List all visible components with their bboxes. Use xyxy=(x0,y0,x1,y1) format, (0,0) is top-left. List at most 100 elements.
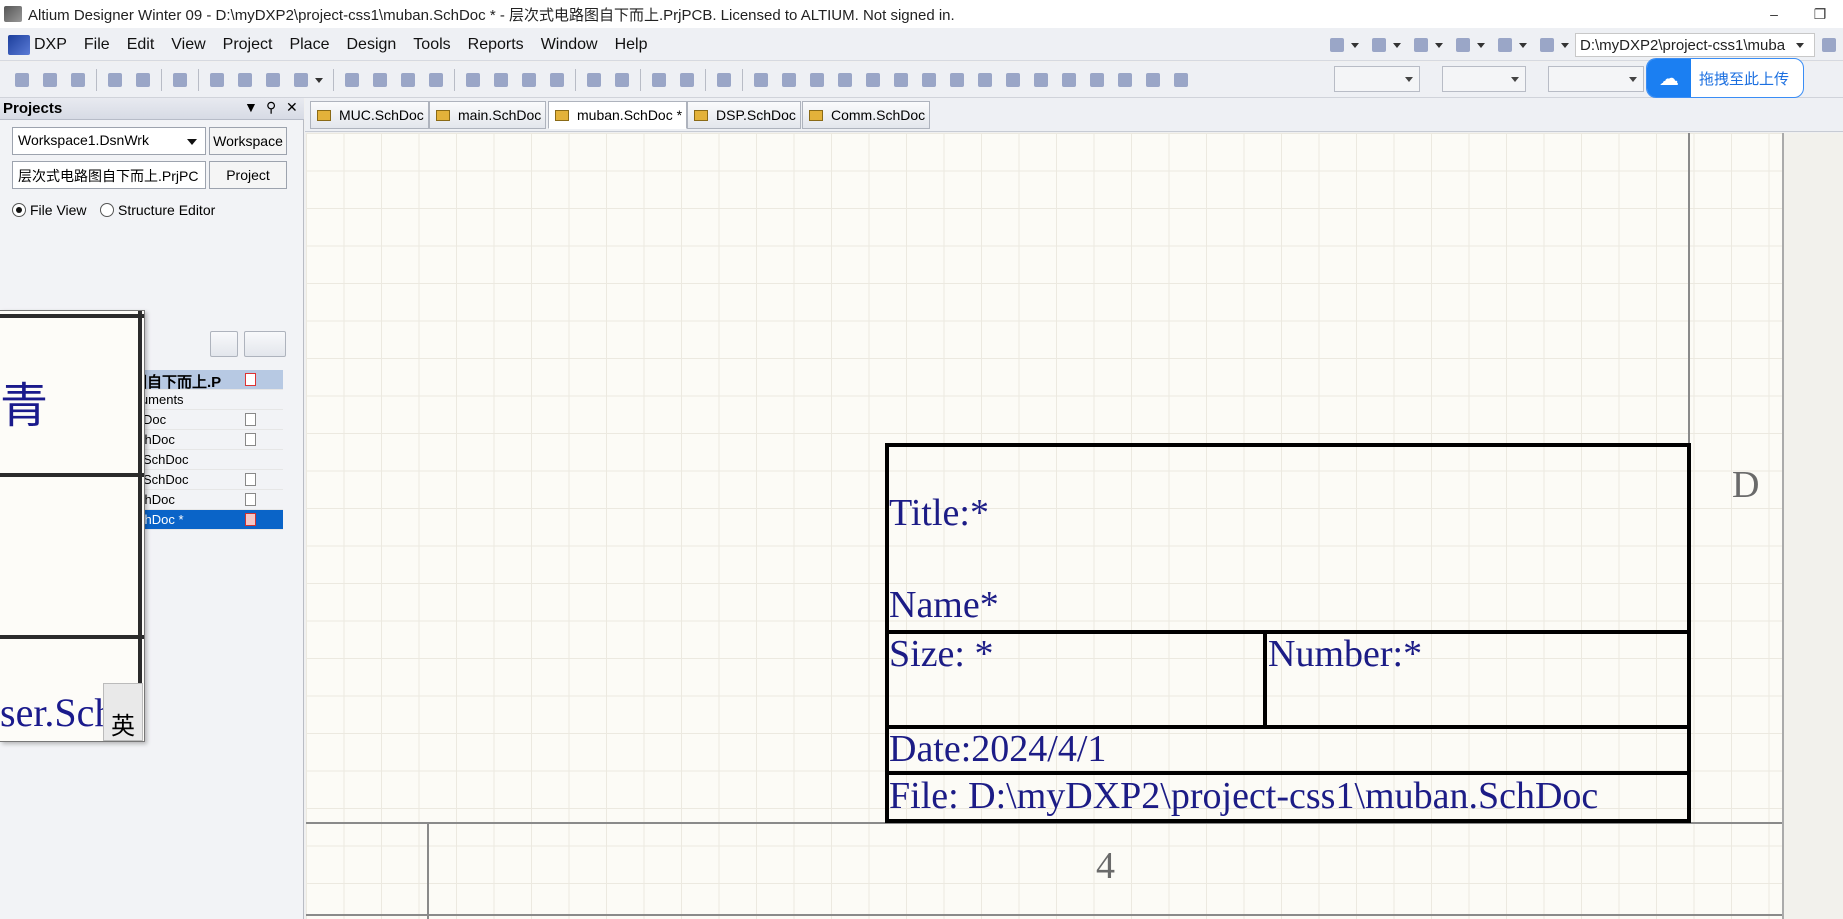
place-sheet-symbol-icon[interactable] xyxy=(973,68,997,92)
print-icon[interactable] xyxy=(103,68,127,92)
net-label-icon[interactable] xyxy=(861,68,885,92)
divider xyxy=(0,635,144,639)
place-net-label-icon[interactable] xyxy=(833,68,857,92)
place-device-sheet-icon[interactable] xyxy=(1029,68,1053,92)
print-preview-icon[interactable] xyxy=(131,68,155,92)
zoom-area-icon[interactable] xyxy=(233,68,257,92)
zoom-fit-icon[interactable] xyxy=(205,68,229,92)
file-view-label: File View xyxy=(30,202,87,218)
hierarchy-up-down-icon[interactable] xyxy=(647,68,671,92)
chevron-down-icon[interactable] xyxy=(1519,42,1527,48)
tab-muc-schdoc[interactable]: MUC.SchDoc xyxy=(310,101,429,129)
schematic-doc-icon xyxy=(809,109,823,121)
vcc-port-icon[interactable] xyxy=(917,68,941,92)
projects-panel-title: Projects xyxy=(3,100,63,117)
wiring-tools-icon[interactable] xyxy=(1325,33,1349,57)
navigate-forward-icon[interactable] xyxy=(1817,33,1841,57)
browse-library-icon[interactable] xyxy=(712,68,736,92)
project-field[interactable]: 层次式电路图自下而上.PrjPC xyxy=(12,161,206,189)
upload-button[interactable]: ☁ 拖拽至此上传 xyxy=(1646,58,1804,98)
ime-language-indicator[interactable]: 英 xyxy=(103,683,143,741)
toolbar-combo-3[interactable] xyxy=(1548,66,1644,92)
menu-tools[interactable]: Tools xyxy=(413,36,450,54)
minimize-button[interactable]: – xyxy=(1751,0,1797,28)
new-file-icon[interactable] xyxy=(10,68,34,92)
menu-edit[interactable]: Edit xyxy=(127,36,155,54)
menu-design[interactable]: Design xyxy=(346,36,396,54)
menu-help[interactable]: Help xyxy=(615,36,648,54)
document-path-combo[interactable]: D:\myDXP2\project-css1\muba xyxy=(1575,33,1815,57)
harness-connector-icon[interactable] xyxy=(1085,68,1109,92)
panel-menu-chevron-icon[interactable]: ▼ xyxy=(244,99,258,115)
project-button[interactable]: Project xyxy=(209,161,287,189)
save-icon[interactable] xyxy=(66,68,90,92)
place-bus-entry-icon[interactable] xyxy=(805,68,829,92)
open-device-view-icon[interactable] xyxy=(168,68,192,92)
move-icon[interactable] xyxy=(489,68,513,92)
power-port-icon[interactable] xyxy=(1409,33,1433,57)
chevron-down-icon[interactable] xyxy=(315,77,323,83)
menu-file[interactable]: File xyxy=(84,36,110,54)
select-area-icon[interactable] xyxy=(461,68,485,92)
canvas-margin xyxy=(1782,133,1843,919)
menu-dxp[interactable]: DXP xyxy=(34,36,67,54)
menu-project[interactable]: Project xyxy=(223,36,273,54)
chevron-down-icon[interactable] xyxy=(1477,42,1485,48)
zone-column-label: 4 xyxy=(1096,845,1115,887)
tab-main-schdoc[interactable]: main.SchDoc xyxy=(429,101,547,129)
gnd-port-icon[interactable] xyxy=(889,68,913,92)
clear-filter-icon[interactable] xyxy=(545,68,569,92)
redo-icon[interactable] xyxy=(610,68,634,92)
paste-icon[interactable] xyxy=(396,68,420,92)
component-icon[interactable] xyxy=(1451,33,1475,57)
undo-icon[interactable] xyxy=(582,68,606,92)
menu-window[interactable]: Window xyxy=(541,36,598,54)
place-part-icon[interactable] xyxy=(945,68,969,92)
grid-icon[interactable] xyxy=(1535,33,1559,57)
divider xyxy=(885,819,1691,823)
menu-view[interactable]: View xyxy=(171,36,205,54)
cross-probe-icon[interactable] xyxy=(675,68,699,92)
toolbar-combo-1[interactable] xyxy=(1334,66,1420,92)
projects-panel-header: Projects ▼ ⚲ ✕ xyxy=(0,98,304,120)
deselect-icon[interactable] xyxy=(517,68,541,92)
place-bus-icon[interactable] xyxy=(777,68,801,92)
zoom-filter-icon[interactable] xyxy=(289,68,313,92)
zoom-selected-icon[interactable] xyxy=(261,68,285,92)
menu-place[interactable]: Place xyxy=(289,36,329,54)
place-sheet-entry-icon[interactable] xyxy=(1001,68,1025,92)
menu-reports[interactable]: Reports xyxy=(468,36,524,54)
project-options-button[interactable] xyxy=(210,331,238,357)
chevron-down-icon[interactable] xyxy=(1435,42,1443,48)
close-icon[interactable] xyxy=(1169,68,1193,92)
open-file-icon[interactable] xyxy=(38,68,62,92)
harness-entry-icon[interactable] xyxy=(1113,68,1137,92)
tab-dsp-schdoc[interactable]: DSP.SchDoc xyxy=(687,101,801,129)
chevron-down-icon[interactable] xyxy=(1393,42,1401,48)
align-tools-icon[interactable] xyxy=(1367,33,1391,57)
workspace-select[interactable]: Workspace1.DsnWrk xyxy=(12,127,206,155)
rubber-stamp-icon[interactable] xyxy=(424,68,448,92)
chevron-down-icon[interactable] xyxy=(1561,42,1569,48)
cut-icon[interactable] xyxy=(340,68,364,92)
structure-editor-radio[interactable]: Structure Editor xyxy=(100,202,215,218)
title-field: Title:* xyxy=(889,492,989,534)
dxp-logo-icon[interactable] xyxy=(8,35,30,55)
toolbar-combo-2[interactable] xyxy=(1442,66,1526,92)
workspace-button[interactable]: Workspace xyxy=(209,127,287,155)
pin-icon[interactable]: ⚲ xyxy=(266,99,276,116)
file-view-radio[interactable]: File View xyxy=(12,202,87,218)
tab-muban-schdoc[interactable]: muban.SchDoc * xyxy=(548,101,688,129)
place-port-icon[interactable] xyxy=(1057,68,1081,92)
chevron-down-icon[interactable] xyxy=(1351,42,1359,48)
cloud-icon: ☁ xyxy=(1647,59,1691,97)
place-no-erc-icon[interactable] xyxy=(1141,68,1165,92)
close-icon[interactable]: ✕ xyxy=(286,99,298,116)
restore-button[interactable]: ❐ xyxy=(1797,0,1843,28)
probe-icon[interactable] xyxy=(1493,33,1517,57)
schematic-canvas[interactable]: D 4 Title:* Name* Size: * Number:* Date:… xyxy=(306,133,1843,919)
copy-icon[interactable] xyxy=(368,68,392,92)
add-document-button[interactable] xyxy=(244,331,286,357)
tab-comm-schdoc[interactable]: Comm.SchDoc xyxy=(802,101,931,129)
place-wire-icon[interactable] xyxy=(749,68,773,92)
